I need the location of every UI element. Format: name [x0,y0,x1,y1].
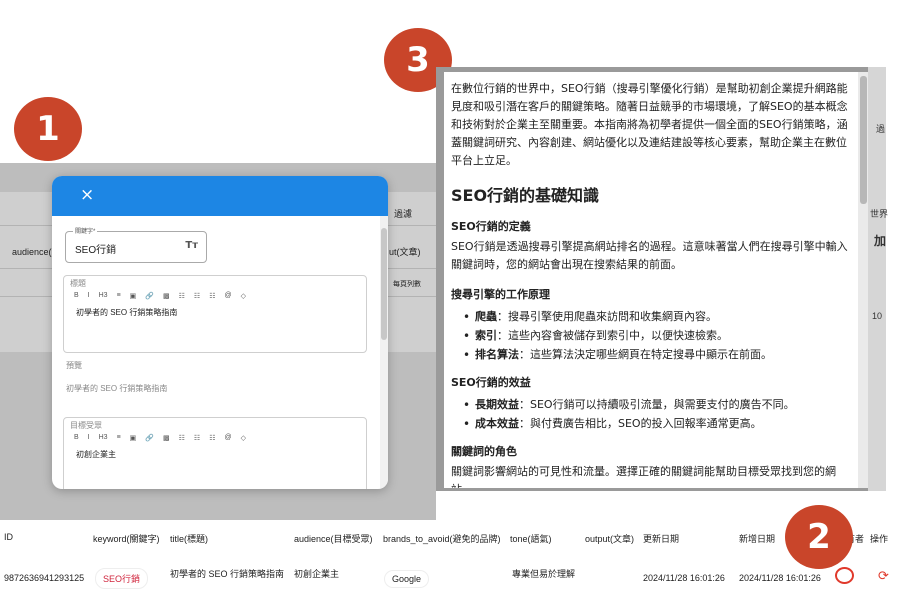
heading-icon[interactable]: H3 [99,292,108,300]
list-term: 索引 [475,329,497,342]
section-title: SEO行銷的定義 [451,220,531,233]
step-badge-1: 1 [14,97,82,161]
list-text: ：SEO行銷可以持續吸引流量，與需要支付的廣告不同。 [519,398,795,411]
edit-record-modal: × 關鍵字* SEO行銷 Tт 標題 B I H3 ≡ ▣ 🔗 ▩ ☷ ☷ ☷ … [52,176,388,489]
refresh-icon[interactable]: ⟳ [878,570,889,583]
cell-title: 初學者的 SEO 行銷策略指南 [170,569,285,579]
checklist-icon[interactable]: ☷ [209,292,215,300]
bold-icon[interactable]: B [74,434,79,442]
edge-fragment: 10 [872,311,883,321]
cell-audience: 初創企業主 [294,569,340,579]
tag-icon[interactable]: ◇ [241,292,246,300]
image-icon[interactable]: ▩ [163,434,170,442]
bg-audience-label: audience( [12,247,52,257]
title-editor-label: 標題 [70,279,86,288]
cell-created: 2024/11/28 16:01:26 [739,573,821,583]
link-icon[interactable]: 🔗 [145,292,154,300]
bg-filter-label: 過濾 [394,209,413,219]
col-tone[interactable]: tone(語氣) [510,532,552,545]
image-icon[interactable]: ▩ [163,292,170,300]
article-intro: 在數位行銷的世界中，SEO行銷（搜尋引擎優化行銷）是幫助初創企業提升網路能見度和… [451,82,848,167]
audience-editor-content[interactable]: 初創企業主 [76,449,116,460]
article-scrollbar-thumb[interactable] [860,76,867,204]
section-title: 關鍵詞的角色 [451,445,517,458]
tag-icon[interactable]: ◇ [241,434,246,442]
table-row[interactable]: 9872636941293125 SEO行銷 初學者的 SEO 行銷策略指南 初… [0,565,900,591]
list-item: 成本效益：與付費廣告相比，SEO的投入回報率通常更高。 [451,415,854,433]
code-icon[interactable]: ▣ [130,434,137,442]
bullet-list: 爬蟲：搜尋引擎使用爬蟲來訪問和收集網頁內容。 索引：這些內容會被儲存到索引中，以… [451,308,854,364]
align-icon[interactable]: ≡ [117,292,121,300]
bg-output-label: ut(文章) [389,247,421,257]
heading-icon[interactable]: H3 [99,434,108,442]
col-output[interactable]: output(文章) [585,532,634,545]
list-item: 排名算法：這些算法決定哪些網頁在特定搜尋中顯示在前面。 [451,346,854,364]
col-title[interactable]: title(標題) [170,532,208,545]
bullet-list: 長期效益：SEO行銷可以持續吸引流量，與需要支付的廣告不同。 成本效益：與付費廣… [451,396,854,433]
keyword-label: 關鍵字* [73,226,98,235]
preview-label: 預覽 [66,361,82,370]
mention-icon[interactable]: @ [224,434,231,442]
mention-icon[interactable]: @ [224,292,231,300]
col-brands[interactable]: brands_to_avoid(避免的品牌) [383,532,501,545]
section-text: 關鍵詞影響網站的可見性和流量。選擇正確的關鍵詞能幫助目標受眾找到您的網站。 [451,465,836,488]
keyword-tag: SEO行銷 [95,568,149,589]
col-action[interactable]: 操作 [870,532,888,545]
checklist-icon[interactable]: ☷ [209,434,215,442]
keyword-field[interactable]: 關鍵字* SEO行銷 Tт [65,226,207,263]
italic-icon[interactable]: I [88,434,90,442]
list-term: 成本效益 [475,417,519,430]
close-icon[interactable]: × [80,185,94,205]
list-text: ：這些內容會被儲存到索引中，以便快速檢索。 [497,329,728,342]
col-keyword[interactable]: keyword(關鍵字) [93,532,160,545]
edge-fragment: 加 [874,234,887,248]
section-title: SEO行銷的效益 [451,376,531,389]
title-editor-toolbar: B I H3 ≡ ▣ 🔗 ▩ ☷ ☷ ☷ @ ◇ [74,292,246,300]
edge-fragment: 世界 [870,209,889,219]
list-item: 爬蟲：搜尋引擎使用爬蟲來訪問和收集網頁內容。 [451,308,854,326]
brand-tag: Google [384,570,430,588]
col-created[interactable]: 新增日期 [739,532,775,545]
link-icon[interactable]: 🔗 [145,434,154,442]
preview-content: 初學者的 SEO 行銷策略指南 [66,384,168,393]
align-icon[interactable]: ≡ [117,434,121,442]
list-item: 索引：這些內容會被儲存到索引中，以便快速檢索。 [451,327,854,345]
step-badge-2: 2 [785,505,853,569]
cell-updated: 2024/11/28 16:01:26 [643,573,725,583]
bullet-list-icon[interactable]: ☷ [179,292,185,300]
keyword-value: SEO行銷 [75,245,117,256]
bullet-list-icon[interactable]: ☷ [179,434,185,442]
italic-icon[interactable]: I [88,292,90,300]
numbered-list-icon[interactable]: ☷ [194,434,200,442]
list-item: 長期效益：SEO行銷可以持續吸引流量，與需要支付的廣告不同。 [451,396,854,414]
code-icon[interactable]: ▣ [130,292,137,300]
col-audience[interactable]: audience(目標受眾) [294,532,373,545]
highlight-circle-icon[interactable] [835,567,854,584]
article-heading: SEO行銷的基礎知識 [451,186,600,205]
numbered-list-icon[interactable]: ☷ [194,292,200,300]
col-updated[interactable]: 更新日期 [643,532,679,545]
cell-id: 9872636941293125 [4,573,85,583]
list-term: 長期效益 [475,398,519,411]
audience-editor-label: 目標受眾 [70,421,102,430]
list-text: ：與付費廣告相比，SEO的投入回報率通常更高。 [519,417,762,430]
modal-scrollbar-thumb[interactable] [381,228,387,340]
list-text: ：這些算法決定哪些網頁在特定搜尋中顯示在前面。 [519,348,772,361]
section-title: 搜尋引擎的工作原理 [451,288,550,301]
list-term: 爬蟲 [475,310,497,323]
audience-editor-toolbar: B I H3 ≡ ▣ 🔗 ▩ ☷ ☷ ☷ @ ◇ [74,434,246,442]
bold-icon[interactable]: B [74,292,79,300]
col-id[interactable]: ID [4,532,13,542]
modal-header: × [52,176,388,216]
table-header: ID keyword(關鍵字) title(標題) audience(目標受眾)… [0,527,900,547]
cell-tone: 專業但易於理解 [512,569,576,579]
section-text: SEO行銷是透過搜尋引擎提高網站排名的過程。這意味著當人們在搜尋引擎中輸入關鍵詞… [451,240,848,271]
list-text: ：搜尋引擎使用爬蟲來訪問和收集網頁內容。 [497,310,717,323]
bg-per-page-label: 每頁列數 [393,281,421,288]
text-format-icon[interactable]: Tт [185,240,198,251]
article-preview: 在數位行銷的世界中，SEO行銷（搜尋引擎優化行銷）是幫助初創企業提升網路能見度和… [444,72,864,488]
edge-fragment: 過 [876,124,886,134]
list-term: 排名算法 [475,348,519,361]
title-editor-content[interactable]: 初學者的 SEO 行銷策略指南 [76,307,177,318]
